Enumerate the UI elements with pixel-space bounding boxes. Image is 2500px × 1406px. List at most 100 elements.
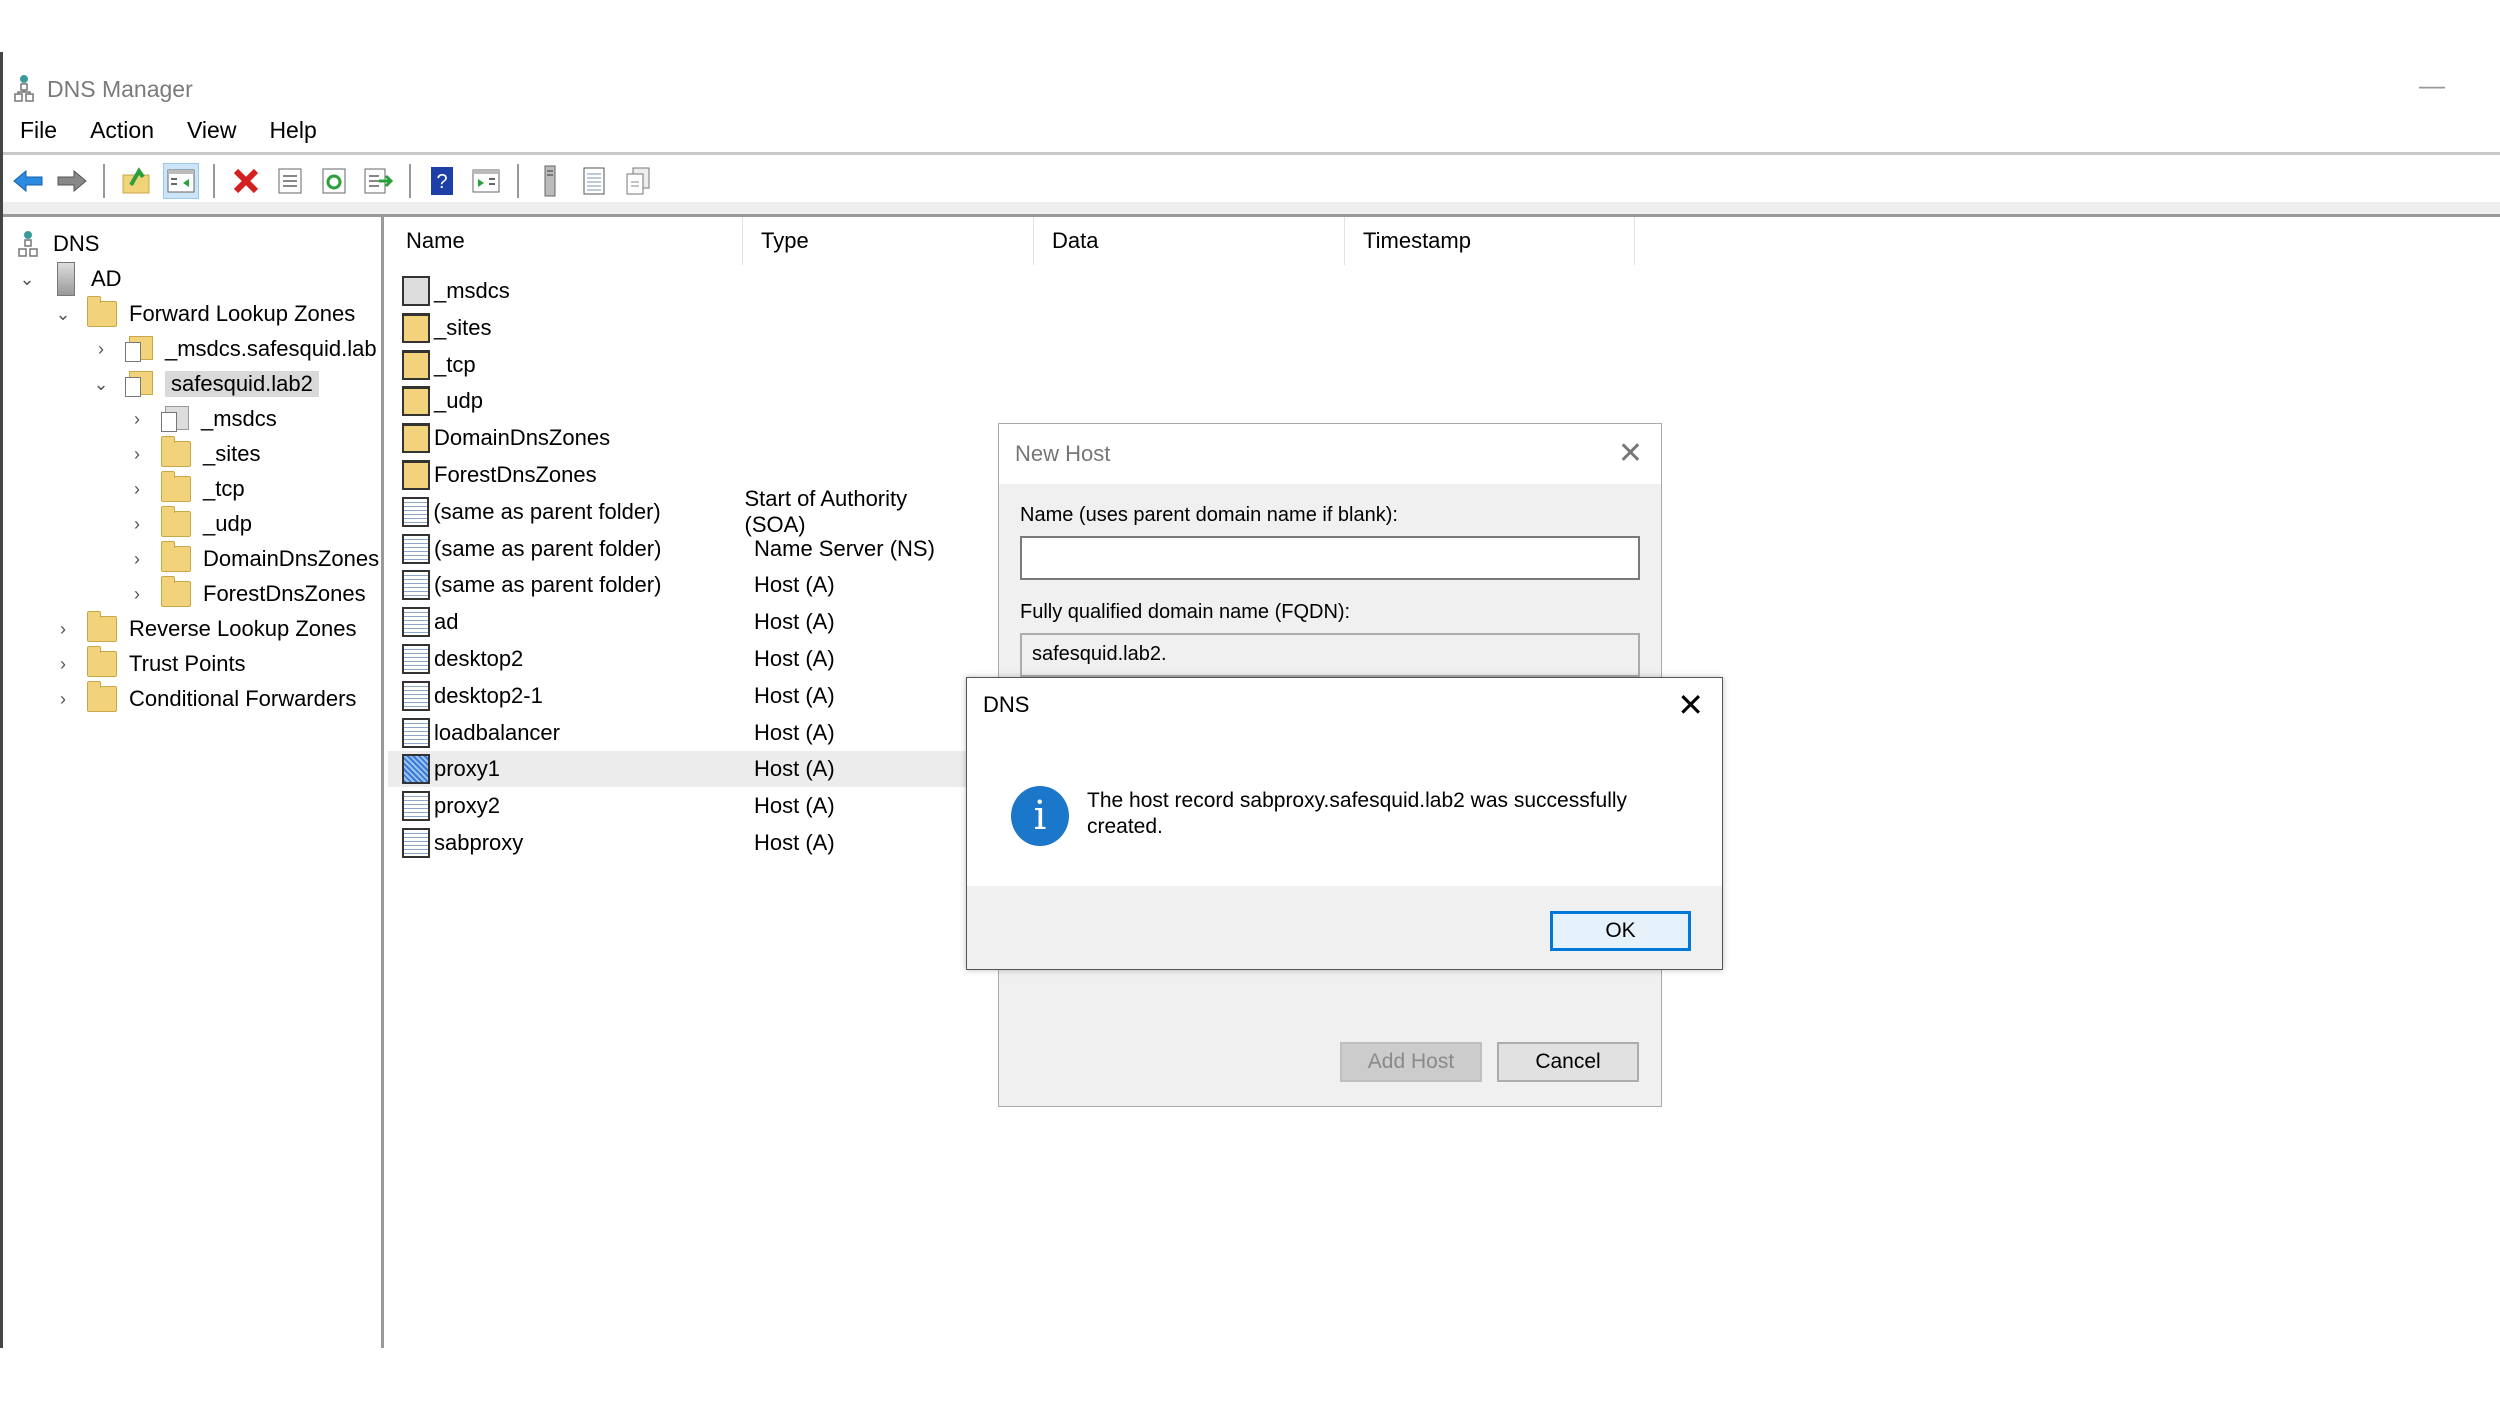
tree-node-child-udp[interactable]: › _udp — [127, 506, 252, 539]
row-name: DomainDnsZones — [434, 425, 611, 451]
row-type: Host (A) — [754, 682, 835, 708]
list-row[interactable]: DomainDnsZones — [388, 420, 968, 456]
list-row[interactable]: _msdcs — [388, 273, 968, 309]
minimize-button[interactable]: — — [2419, 70, 2445, 101]
up-folder-icon[interactable] — [119, 164, 153, 198]
tree-label: safesquid.lab2 — [165, 371, 319, 397]
folder-icon — [87, 681, 117, 712]
record-list-icon[interactable] — [577, 164, 611, 198]
tree-node-child-msdcs[interactable]: › _msdcs — [127, 404, 277, 434]
help-icon[interactable]: ? — [425, 164, 459, 198]
close-icon[interactable]: ✕ — [1618, 436, 1643, 471]
show-hide-console-tree-icon[interactable] — [163, 163, 199, 199]
chevron-down-icon[interactable]: ⌄ — [91, 374, 111, 395]
list-row[interactable]: proxy2 Host (A) — [388, 788, 968, 824]
menu-bar: File Action View Help — [3, 112, 333, 148]
tree-node-conditional-forwarders[interactable]: › Conditional Forwarders — [53, 681, 356, 714]
menu-view[interactable]: View — [170, 117, 252, 144]
row-name: _udp — [434, 388, 483, 414]
menu-file[interactable]: File — [3, 117, 73, 144]
cancel-button[interactable]: Cancel — [1497, 1042, 1639, 1082]
title-bar: DNS Manager — [13, 72, 193, 106]
dns-manager-window: DNS Manager — File Action View Help ? DN… — [0, 52, 2500, 1348]
toolbar-divider — [3, 202, 2500, 217]
dns-manager-app-icon — [13, 74, 35, 104]
refresh-icon[interactable] — [317, 164, 351, 198]
list-row[interactable]: proxy1 Host (A) — [388, 751, 968, 788]
delete-icon[interactable] — [229, 164, 263, 198]
row-name: ad — [434, 609, 459, 635]
list-row[interactable]: _sites — [388, 310, 968, 346]
chevron-down-icon[interactable]: ⌄ — [17, 269, 37, 290]
menu-action[interactable]: Action — [73, 117, 170, 144]
list-row[interactable]: desktop2 Host (A) — [388, 641, 968, 677]
tree-label: Forward Lookup Zones — [129, 301, 356, 326]
list-row[interactable]: desktop2-1 Host (A) — [388, 678, 968, 714]
chevron-right-icon[interactable]: › — [127, 549, 147, 570]
show-action-pane-icon[interactable] — [469, 164, 503, 198]
tree-node-safesquid-lab2[interactable]: ⌄ safesquid.lab2 — [91, 369, 319, 399]
row-name: proxy2 — [434, 793, 501, 819]
column-header-type[interactable]: Type — [743, 217, 1034, 265]
chevron-right-icon[interactable]: › — [127, 584, 147, 605]
forward-arrow-icon[interactable] — [55, 164, 89, 198]
list-row[interactable]: ad Host (A) — [388, 604, 968, 640]
row-type: Host (A) — [754, 572, 835, 598]
chevron-right-icon[interactable]: › — [127, 444, 147, 465]
list-row[interactable]: _udp — [388, 383, 968, 419]
tree-label: _sites — [203, 441, 261, 466]
chevron-right-icon[interactable]: › — [53, 654, 73, 675]
chevron-down-icon[interactable]: ⌄ — [53, 304, 73, 325]
tree-node-reverse-lookup-zones[interactable]: › Reverse Lookup Zones — [53, 611, 357, 644]
tree-node-trust-points[interactable]: › Trust Points — [53, 646, 246, 679]
list-row[interactable]: (same as parent folder) Start of Authorit… — [388, 486, 968, 537]
tree-node-child-sites[interactable]: › _sites — [127, 436, 261, 469]
name-label: Name (uses parent domain name if blank): — [1020, 504, 1398, 526]
tree-label: AD — [91, 266, 122, 291]
tree-label: Reverse Lookup Zones — [129, 616, 357, 641]
host-name-input[interactable] — [1020, 536, 1640, 580]
add-host-button[interactable]: Add Host — [1340, 1042, 1482, 1082]
tree-node-child-domaindnszones[interactable]: › DomainDnsZones — [127, 541, 379, 574]
toolbar-separator — [517, 164, 519, 198]
chevron-right-icon[interactable]: › — [53, 689, 73, 710]
menu-help[interactable]: Help — [252, 117, 332, 144]
fqdn-field: safesquid.lab2. — [1020, 633, 1640, 677]
server-icon — [57, 262, 75, 296]
export-list-icon[interactable] — [361, 164, 395, 198]
svg-text:?: ? — [436, 171, 447, 193]
chevron-right-icon[interactable]: › — [127, 514, 147, 535]
server-icon[interactable] — [533, 164, 567, 198]
chevron-right-icon[interactable]: › — [127, 479, 147, 500]
close-icon[interactable]: ✕ — [1677, 686, 1704, 724]
copy-record-icon[interactable] — [621, 164, 655, 198]
tree-node-child-tcp[interactable]: › _tcp — [127, 471, 245, 504]
tree-node-server[interactable]: ⌄ AD — [17, 262, 122, 296]
folder-icon — [161, 471, 191, 502]
toolbar: ? — [11, 158, 655, 204]
list-row[interactable]: sabproxy Host (A) — [388, 825, 968, 861]
fqdn-label: Fully qualified domain name (FQDN): — [1020, 601, 1351, 623]
properties-icon[interactable] — [273, 164, 307, 198]
column-header-data[interactable]: Data — [1034, 217, 1345, 265]
list-row[interactable]: loadbalancer Host (A) — [388, 715, 968, 751]
list-row[interactable]: (same as parent folder) Host (A) — [388, 567, 968, 603]
tree-node-child-forestdnszones[interactable]: › ForestDnsZones — [127, 576, 366, 609]
chevron-right-icon[interactable]: › — [53, 619, 73, 640]
tree-node-forward-lookup-zones[interactable]: ⌄ Forward Lookup Zones — [53, 296, 356, 329]
back-arrow-icon[interactable] — [11, 164, 45, 198]
tree-node-msdcs-zone[interactable]: › _msdcs.safesquid.lab — [91, 334, 377, 364]
tree-node-dns[interactable]: DNS — [17, 229, 99, 259]
dns-root-icon — [17, 230, 39, 258]
row-name: proxy1 — [434, 756, 501, 782]
ok-button[interactable]: OK — [1550, 911, 1691, 951]
chevron-right-icon[interactable]: › — [127, 409, 147, 430]
list-row[interactable]: _tcp — [388, 347, 968, 383]
column-header-timestamp[interactable]: Timestamp — [1345, 217, 1635, 265]
column-header-name[interactable]: Name — [388, 217, 743, 265]
dns-record-icon — [402, 754, 430, 785]
chevron-right-icon[interactable]: › — [91, 339, 111, 360]
toolbar-separator — [409, 164, 411, 198]
new-host-title-bar: New Host ✕ — [999, 424, 1661, 484]
list-row[interactable]: (same as parent folder) Name Server (NS) — [388, 531, 968, 567]
